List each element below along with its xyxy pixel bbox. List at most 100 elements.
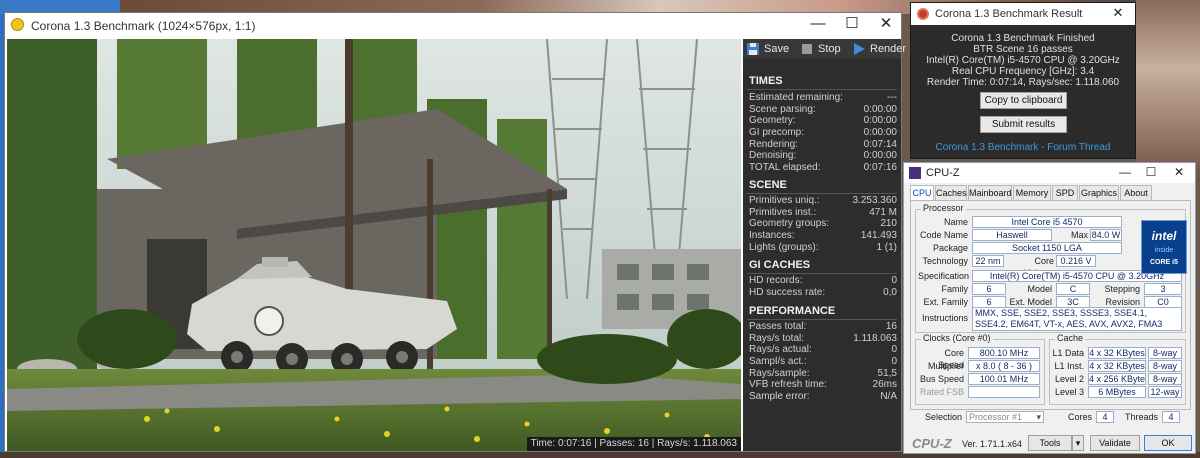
stat-row: Primitives uniq.: 3.253.360	[749, 195, 897, 206]
stat-row: Lights (groups): 1 (1)	[749, 242, 897, 253]
scene-header: SCENE	[749, 179, 787, 191]
stat-label: Scene parsing:	[749, 104, 816, 115]
save-button[interactable]: Save	[747, 41, 795, 57]
level3-field: 6 MBytes	[1088, 386, 1146, 398]
vfb-status-bar: Time: 0:07:16 | Passes: 16 | Rays/s: 1.1…	[526, 437, 741, 451]
name-field: Intel Core i5 4570	[972, 216, 1122, 228]
stat-value: 0,0	[883, 287, 897, 298]
tab-spd[interactable]: SPD	[1052, 185, 1078, 200]
render-image[interactable]: Time: 0:07:16 | Passes: 16 | Rays/s: 1.1…	[7, 39, 741, 451]
tab-caches[interactable]: Caches	[935, 185, 967, 200]
rendered-scene-image	[7, 39, 741, 451]
copy-to-clipboard-button[interactable]: Copy to clipboard	[980, 92, 1067, 109]
tab-memory[interactable]: Memory	[1013, 185, 1051, 200]
bus-speed-field: 100.01 MHz	[968, 373, 1040, 385]
close-button[interactable]: ✕	[1101, 3, 1135, 24]
stat-row: Scene parsing: 0:00:00	[749, 104, 897, 115]
stat-row: VFB refresh time: 26ms	[749, 379, 897, 390]
multiplier-label: Multiplier	[927, 361, 964, 371]
benchmark-result-window: Corona 1.3 Benchmark Result ✕ Corona 1.3…	[910, 2, 1136, 159]
performance-header: PERFORMANCE	[749, 305, 836, 317]
cpuz-title-bar[interactable]: CPU-Z — ☐ ✕	[904, 163, 1195, 183]
core-voltage-field: 0.216 V	[1056, 255, 1096, 267]
tools-button[interactable]: Tools	[1028, 435, 1072, 451]
package-label: Package	[932, 243, 968, 253]
stat-value: ---	[887, 92, 897, 103]
package-field: Socket 1150 LGA	[972, 242, 1122, 254]
result-line: Corona 1.3 Benchmark Finished	[951, 33, 1095, 44]
cores-label: Cores	[1067, 412, 1092, 422]
l1-data-assoc-field: 8-way	[1148, 347, 1182, 359]
stat-row: Sampl/s act.: 0	[749, 356, 897, 367]
minimize-button[interactable]: —	[1112, 163, 1138, 183]
ext-family-label: Ext. Family	[923, 297, 968, 307]
stats-panel: Save Stop Render TIMES Estimated remaini…	[743, 39, 906, 451]
l1-data-field: 4 x 32 KBytes	[1088, 347, 1146, 359]
stat-label: GI precomp:	[749, 127, 805, 138]
instructions-label: Instructions	[921, 313, 968, 323]
level2-label: Level 2	[1054, 374, 1084, 384]
intel-logo-core: CORE i5	[1149, 259, 1178, 266]
stat-label: Passes total:	[749, 321, 807, 332]
corona-vfb-window: Corona 1.3 Benchmark (1024×576px, 1:1) —…	[4, 12, 906, 452]
clocks-group-header: Clocks (Core #0)	[921, 333, 993, 343]
stat-label: Sampl/s act.:	[749, 356, 807, 367]
stat-label: TOTAL elapsed:	[749, 162, 821, 173]
family-field: 6	[972, 283, 1006, 295]
name-label: Name	[943, 217, 968, 227]
multiplier-field: x 8.0 ( 8 - 36 )	[968, 360, 1040, 372]
maximize-button[interactable]: ☐	[1138, 163, 1164, 183]
stat-label: HD success rate:	[749, 287, 826, 298]
forum-thread-link[interactable]: Corona 1.3 Benchmark - Forum Thread	[911, 142, 1135, 153]
result-line: Real CPU Frequency [GHz]: 3.4	[951, 66, 1095, 77]
submit-results-button[interactable]: Submit results	[980, 116, 1067, 133]
stat-row: Rays/s actual: 0	[749, 344, 897, 355]
processor-select[interactable]: Processor #1 ▾	[966, 411, 1044, 423]
model-field: C	[1056, 283, 1090, 295]
rated-fsb-label: Rated FSB	[919, 387, 964, 397]
stat-value: 26ms	[872, 379, 897, 390]
close-button[interactable]: ✕	[1166, 163, 1192, 183]
stat-value: 0:00:00	[863, 150, 897, 161]
stat-value: 0:00:00	[863, 127, 897, 138]
divider	[747, 193, 897, 194]
stat-row: Instances: 141.493	[749, 230, 897, 241]
stat-label: Rays/s total:	[749, 333, 805, 344]
result-title-bar[interactable]: Corona 1.3 Benchmark Result ✕	[911, 3, 1135, 25]
render-button[interactable]: Render	[853, 41, 906, 57]
tab-mainboard[interactable]: Mainboard	[968, 185, 1012, 200]
cpuz-app-icon	[909, 167, 921, 179]
stat-row: Sample error: N/A	[749, 391, 897, 402]
stat-row: Estimated remaining: ---	[749, 92, 897, 103]
stat-label: Rays/sample:	[749, 368, 810, 379]
validate-button[interactable]: Validate	[1090, 435, 1140, 451]
stop-button[interactable]: Stop	[801, 41, 847, 57]
cpuz-window-title: CPU-Z	[926, 167, 960, 179]
vfb-title-bar[interactable]: Corona 1.3 Benchmark (1024×576px, 1:1) —…	[5, 13, 901, 38]
stat-label: Lights (groups):	[749, 242, 819, 253]
tab-about[interactable]: About	[1120, 185, 1152, 200]
result-line: BTR Scene 16 passes	[973, 44, 1073, 55]
stat-row: Rays/sample: 51,5	[749, 368, 897, 379]
divider	[747, 273, 897, 274]
close-button[interactable]: ✕	[869, 13, 903, 37]
family-label: Family	[941, 284, 969, 294]
tab-graphics[interactable]: Graphics	[1079, 185, 1119, 200]
stat-row: Denoising: 0:00:00	[749, 150, 897, 161]
divider	[747, 319, 897, 320]
stat-value: 0:00:00	[863, 115, 897, 126]
tools-dropdown-button[interactable]: ▾	[1072, 435, 1084, 451]
cache-group: Cache L1 Data 4 x 32 KBytes 8-way L1 Ins…	[1049, 333, 1186, 405]
maximize-button[interactable]: ☐	[835, 13, 869, 37]
level3-assoc-field: 12-way	[1148, 386, 1182, 398]
stat-label: Instances:	[749, 230, 795, 241]
stat-label: Primitives uniq.:	[749, 195, 820, 206]
specification-label: Specification	[918, 271, 970, 281]
threads-field: 4	[1162, 411, 1180, 423]
ok-button[interactable]: OK	[1144, 435, 1192, 451]
stat-label: Rays/s actual:	[749, 344, 812, 355]
processor-select-value: Processor #1	[969, 412, 1023, 422]
save-label: Save	[764, 43, 790, 55]
minimize-button[interactable]: —	[801, 13, 835, 37]
tab-cpu[interactable]: CPU	[910, 185, 934, 201]
